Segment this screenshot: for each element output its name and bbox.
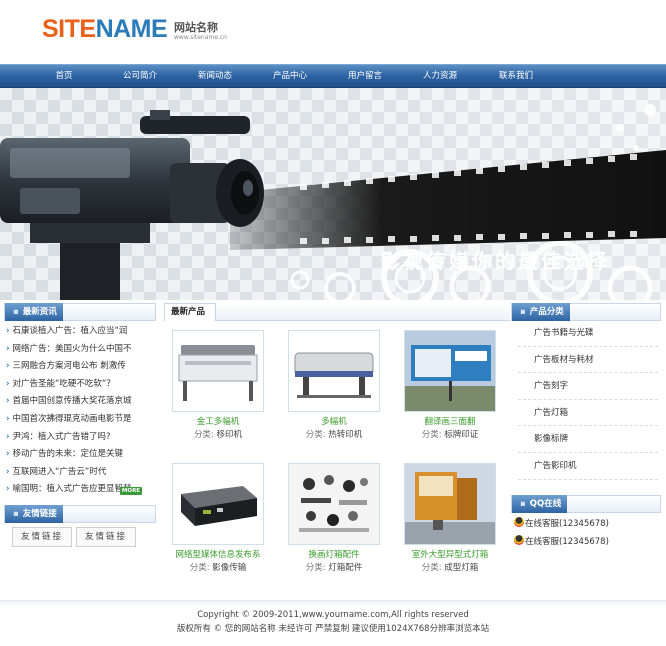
product-image[interactable] (172, 463, 264, 545)
news-panel-title: 最新资讯 (5, 303, 63, 321)
categories-panel-header: 产品分类 (511, 303, 661, 321)
news-item[interactable]: 网络广告：美国火为什么中国不 (6, 341, 156, 359)
category-label: 分类: (305, 563, 326, 573)
news-item[interactable]: 首届中国创意传播大奖花落京城 (6, 393, 156, 411)
categories-panel-title: 产品分类 (512, 303, 570, 321)
product-card[interactable]: 室外大型异型式灯箱 分类: 成型灯箱 (404, 463, 496, 575)
banner-slogan: 影视传媒你的最佳选择 (380, 249, 610, 273)
news-item[interactable]: 三网融合方案河电公布 刺激传 (6, 358, 156, 376)
site-header: SITENAME 网站名称 www.sitename.cn (0, 0, 666, 64)
news-item[interactable]: 移动广告的未来：定位是关键 (6, 446, 156, 464)
qq-panel-header: QQ在线 (511, 495, 661, 513)
product-card[interactable]: 翻译画三面翻 分类: 标牌印证 (404, 330, 496, 442)
product-photo (178, 345, 258, 401)
site-logo[interactable]: SITENAME (42, 15, 168, 43)
product-card[interactable]: 金工多幅机 分类: 移印机 (172, 330, 264, 442)
news-item[interactable]: 石康谈植入广告：植入应当“润 (6, 323, 156, 341)
logo-url: www.sitename.cn (174, 34, 227, 41)
category-label: 分类: (305, 430, 326, 440)
news-panel-header: 最新资讯 (4, 303, 156, 321)
nav-item-guestbook[interactable]: 用户留言 (335, 65, 395, 88)
logo-cn-name: 网站名称 (174, 21, 218, 34)
product-category: 分类: 影像传输 (172, 561, 264, 575)
nav-item-home[interactable]: 首页 (34, 65, 94, 88)
category-value[interactable]: 移印机 (217, 430, 243, 440)
product-photo (405, 464, 495, 544)
category-item[interactable]: 广告板材与耗材 (518, 347, 658, 374)
footer-divider (0, 600, 666, 608)
footer-notice: 版权所有 © 您的网站名称 未经许可 严禁复制 建议使用1024X768分辨率浏… (176, 624, 490, 634)
product-card[interactable]: 网络型媒体信息发布系 分类: 影像传输 (172, 463, 264, 575)
footer-copyright: Copyright © 2009-2011,www.yourname.com,A… (197, 610, 469, 620)
product-name[interactable]: 多幅机 (288, 416, 380, 428)
category-value[interactable]: 标牌印证 (444, 430, 478, 440)
nav-item-hr[interactable]: 人力资源 (410, 65, 470, 88)
news-more-button[interactable]: MORE (120, 487, 142, 495)
product-photo (289, 464, 379, 544)
qq-service-link[interactable]: 在线客服(12345678) (514, 517, 609, 531)
product-image[interactable] (288, 330, 380, 412)
product-card[interactable]: 换画灯箱配件 分类: 灯箱配件 (288, 463, 380, 575)
news-item[interactable]: 互联网进入“广告云”时代 (6, 464, 156, 482)
category-value[interactable]: 灯箱配件 (328, 563, 362, 573)
qq-penguin-icon (514, 517, 524, 527)
category-item[interactable]: 广告刻字 (518, 373, 658, 400)
category-label: 分类: (193, 430, 214, 440)
nav-item-news[interactable]: 新闻动态 (185, 65, 245, 88)
hero-banner: 影视传媒你的最佳选择 (0, 88, 666, 300)
product-name[interactable]: 网络型媒体信息发布系 (172, 549, 264, 561)
category-item[interactable]: 广告影印机 (518, 453, 658, 480)
product-image[interactable] (404, 330, 496, 412)
category-item[interactable]: 影像标牌 (518, 426, 658, 453)
product-category: 分类: 热转印机 (288, 428, 380, 442)
product-category: 分类: 灯箱配件 (288, 561, 380, 575)
main-nav: 首页 公司简介 新闻动态 产品中心 用户留言 人力资源 联系我们 (0, 64, 666, 88)
category-label: 分类: (421, 430, 442, 440)
category-list: 广告书籍与光碟 广告板材与耗材 广告刻字 广告灯箱 影像标牌 广告影印机 (518, 320, 658, 480)
news-item[interactable]: 中国首次拂得琨克动画电影节是 (6, 411, 156, 429)
product-category: 分类: 移印机 (172, 428, 264, 442)
product-image[interactable] (172, 330, 264, 412)
category-label: 分类: (421, 563, 442, 573)
qq-service-link[interactable]: 在线客服(12345678) (514, 535, 609, 549)
friend-link-button[interactable]: 友情链接 (76, 527, 136, 547)
product-name[interactable]: 翻译画三面翻 (404, 416, 496, 428)
product-name[interactable]: 换画灯箱配件 (288, 549, 380, 561)
news-item[interactable]: 尹鸿：植入式广告错了吗? (6, 429, 156, 447)
logo-text-name: NAME (95, 15, 168, 43)
product-photo (405, 331, 495, 411)
qq-panel-title: QQ在线 (512, 495, 568, 513)
product-category: 分类: 成型灯箱 (404, 561, 496, 575)
nav-item-about[interactable]: 公司简介 (110, 65, 170, 88)
product-photo (173, 464, 263, 544)
product-category: 分类: 标牌印证 (404, 428, 496, 442)
camera-illustration (0, 110, 264, 300)
category-value[interactable]: 影像传输 (212, 563, 246, 573)
category-item[interactable]: 广告灯箱 (518, 400, 658, 427)
nav-item-contact[interactable]: 联系我们 (486, 65, 546, 88)
news-list: 石康谈植入广告：植入应当“润 网络广告：美国火为什么中国不 三网融合方案河电公布… (6, 323, 156, 499)
category-value[interactable]: 热转印机 (328, 430, 362, 440)
category-label: 分类: (189, 563, 210, 573)
products-panel-header: 最新产品 (164, 303, 510, 321)
product-photo (294, 352, 374, 398)
product-name[interactable]: 室外大型异型式灯箱 (404, 549, 496, 561)
product-image[interactable] (288, 463, 380, 545)
nav-item-products[interactable]: 产品中心 (260, 65, 320, 88)
friends-panel-title: 友情链接 (5, 505, 63, 523)
news-item[interactable]: 对广告圣能“吃硬不吃软”？ (6, 376, 156, 394)
product-name[interactable]: 金工多幅机 (172, 416, 264, 428)
product-image[interactable] (404, 463, 496, 545)
category-item[interactable]: 广告书籍与光碟 (518, 320, 658, 347)
logo-text-site: SITE (42, 15, 96, 43)
friend-link-button[interactable]: 友情链接 (12, 527, 72, 547)
products-panel-title: 最新产品 (164, 303, 217, 321)
qq-penguin-icon (514, 535, 524, 545)
friends-panel-header: 友情链接 (4, 505, 156, 523)
category-value[interactable]: 成型灯箱 (444, 563, 478, 573)
qq-service-label: 在线客服(12345678) (525, 537, 609, 547)
qq-service-label: 在线客服(12345678) (525, 519, 609, 529)
product-card[interactable]: 多幅机 分类: 热转印机 (288, 330, 380, 442)
